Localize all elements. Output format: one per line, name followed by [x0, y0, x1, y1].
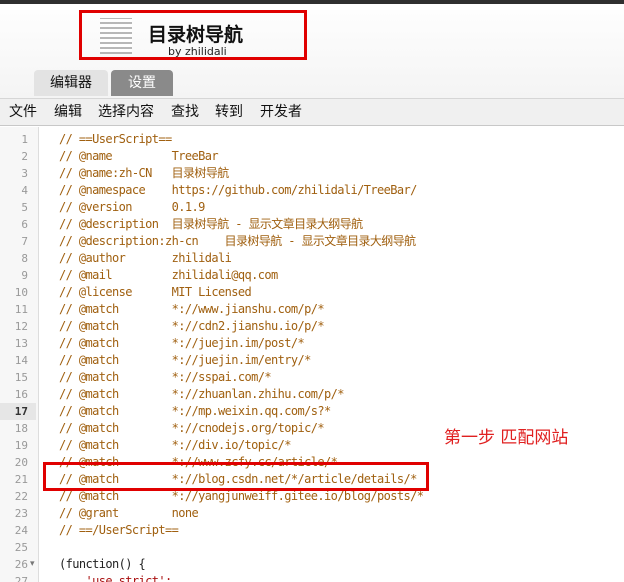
menu-goto[interactable]: 转到 — [215, 99, 243, 126]
code-line[interactable]: 27 'use strict'; — [0, 573, 624, 582]
menu-edit[interactable]: 编辑 — [54, 99, 82, 126]
line-number: 7 — [21, 235, 28, 248]
menu-bar: 文件 编辑 选择内容 查找 转到 开发者 — [0, 98, 624, 126]
code-text: // @version 0.1.9 — [59, 200, 205, 214]
line-number: 21 — [14, 473, 28, 486]
line-number: 20 — [14, 456, 28, 469]
match-line-highlight-box — [43, 462, 429, 491]
code-text: // @match *://www.jianshu.com/p/* — [59, 302, 325, 316]
line-number: 27 — [14, 575, 28, 582]
code-text: // @match *://sspai.com/* — [59, 370, 272, 384]
code-line[interactable]: 8 // @author zhilidali — [0, 250, 624, 267]
code-line[interactable]: 1 // ==UserScript== — [0, 131, 624, 148]
script-title: 目录树导航 — [148, 24, 244, 46]
code-line[interactable]: 2 // @name TreeBar — [0, 148, 624, 165]
code-line[interactable]: 4 // @namespace https://github.com/zhilid… — [0, 182, 624, 199]
tab-settings[interactable]: 设置 — [111, 70, 173, 96]
script-logo-icon — [100, 18, 132, 54]
code-line[interactable]: 23 // @grant none — [0, 505, 624, 522]
menu-developer[interactable]: 开发者 — [260, 99, 302, 126]
code-text: // ==/UserScript== — [59, 523, 179, 537]
code-text: // @match *://juejin.im/post/* — [59, 336, 305, 350]
line-number: 3 — [21, 167, 28, 180]
code-text: // @namespace https://github.com/zhilida… — [59, 183, 417, 197]
top-border — [0, 0, 624, 4]
code-line[interactable]: 6 // @description 目录树导航 - 显示文章目录大纲导航 — [0, 216, 624, 233]
code-line[interactable]: 15 // @match *://sspai.com/* — [0, 369, 624, 386]
header: 目录树导航 by zhilidali 编辑器 设置 — [0, 0, 624, 98]
tab-editor[interactable]: 编辑器 — [34, 70, 108, 96]
code-line[interactable]: 3 // @name:zh-CN 目录树导航 — [0, 165, 624, 182]
line-number: 11 — [14, 303, 28, 316]
code-text: // @name TreeBar — [59, 149, 219, 163]
code-text: // ==UserScript== — [59, 132, 172, 146]
fold-arrow-icon[interactable]: ▾ — [30, 556, 35, 573]
line-number: 8 — [21, 252, 28, 265]
annotation-step-one: 第一步 匹配网站 — [444, 428, 569, 448]
code-line[interactable]: 16 // @match *://zhuanlan.zhihu.com/p/* — [0, 386, 624, 403]
code-text: // @match *://cdn2.jianshu.io/p/* — [59, 319, 325, 333]
line-number: 4 — [21, 184, 28, 197]
line-number: 22 — [14, 490, 28, 503]
code-text: // @name:zh-CN 目录树导航 — [59, 166, 229, 180]
line-number: 1 — [21, 133, 28, 146]
code-line[interactable]: 25 — [0, 539, 624, 556]
line-number: 12 — [14, 320, 28, 333]
line-number: 24 — [14, 524, 28, 537]
code-line[interactable]: 12 // @match *://cdn2.jianshu.io/p/* — [0, 318, 624, 335]
code-line[interactable]: 17 // @match *://mp.weixin.qq.com/s?* — [0, 403, 624, 420]
code-text: // @license MIT Licensed — [59, 285, 252, 299]
line-number: 6 — [21, 218, 28, 231]
line-number: 5 — [21, 201, 28, 214]
line-number: 19 — [14, 439, 28, 452]
line-number: 13 — [14, 337, 28, 350]
code-text: // @description 目录树导航 - 显示文章目录大纲导航 — [59, 217, 363, 231]
code-editor[interactable]: 1 // ==UserScript== 2 // @name TreeBar 3 // @… — [0, 127, 624, 582]
code-text: 'use strict'; — [59, 574, 172, 582]
code-text: // @author zhilidali — [59, 251, 232, 265]
line-number: 17 — [0, 403, 36, 420]
code-line[interactable]: 9 // @mail zhilidali@qq.com — [0, 267, 624, 284]
code-text: // @match *://zhuanlan.zhihu.com/p/* — [59, 387, 344, 401]
code-text: // @match *://mp.weixin.qq.com/s?* — [59, 404, 331, 418]
menu-find[interactable]: 查找 — [171, 99, 199, 126]
code-text: (function() { — [59, 557, 146, 571]
code-text: // @match *://div.io/topic/* — [59, 438, 291, 452]
line-number: 25 — [14, 541, 28, 554]
code-text: // @match *://cnodejs.org/topic/* — [59, 421, 325, 435]
code-line[interactable]: 14 // @match *://juejin.im/entry/* — [0, 352, 624, 369]
line-number: 16 — [14, 388, 28, 401]
code-text: // @mail zhilidali@qq.com — [59, 268, 278, 282]
code-line[interactable]: 13 // @match *://juejin.im/post/* — [0, 335, 624, 352]
line-number: 18 — [14, 422, 28, 435]
line-number: 15 — [14, 371, 28, 384]
script-author: by zhilidali — [168, 45, 227, 58]
title-highlight-box: 目录树导航 by zhilidali — [79, 10, 307, 60]
code-text: // @grant none — [59, 506, 199, 520]
code-text: // @match *://juejin.im/entry/* — [59, 353, 311, 367]
code-line[interactable]: 5 // @version 0.1.9 — [0, 199, 624, 216]
menu-file[interactable]: 文件 — [9, 99, 37, 126]
line-number: 26 — [14, 558, 28, 571]
code-line[interactable]: 26 ▾ (function() { — [0, 556, 624, 573]
code-line[interactable]: 24 // ==/UserScript== — [0, 522, 624, 539]
menu-selection[interactable]: 选择内容 — [98, 99, 154, 126]
line-number: 9 — [21, 269, 28, 282]
line-number: 10 — [14, 286, 28, 299]
code-line[interactable]: 7 // @description:zh-cn 目录树导航 - 显示文章目录大纲导… — [0, 233, 624, 250]
line-number: 2 — [21, 150, 28, 163]
code-line[interactable]: 11 // @match *://www.jianshu.com/p/* — [0, 301, 624, 318]
line-number: 14 — [14, 354, 28, 367]
line-number: 23 — [14, 507, 28, 520]
code-text: // @description:zh-cn 目录树导航 - 显示文章目录大纲导航 — [59, 234, 416, 248]
code-line[interactable]: 10 // @license MIT Licensed — [0, 284, 624, 301]
